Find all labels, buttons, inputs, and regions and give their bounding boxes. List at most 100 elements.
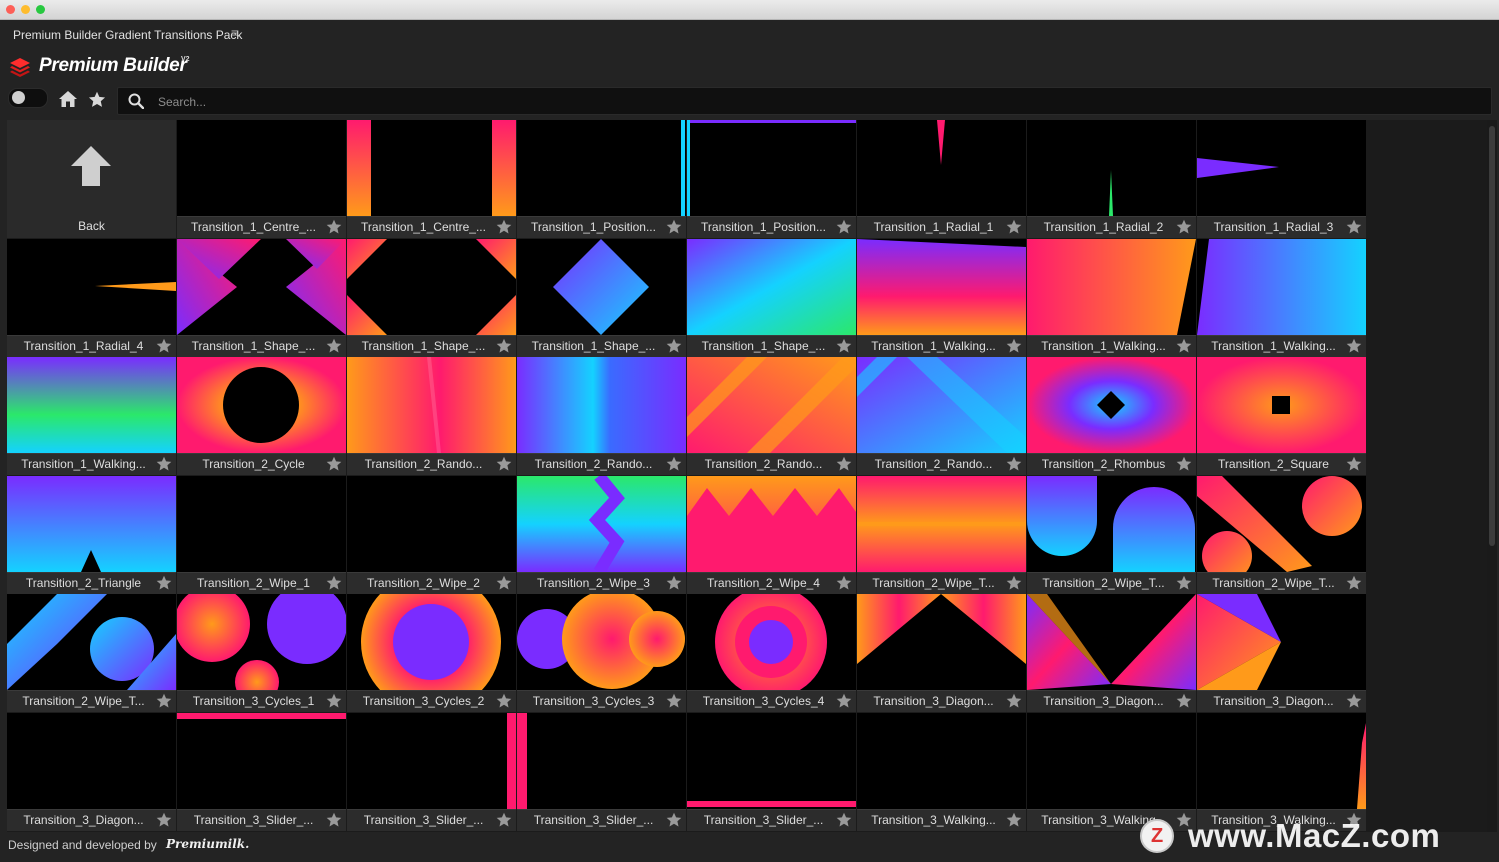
- transition-tile[interactable]: Transition_3_Cycles_4: [687, 594, 856, 712]
- transition-tile[interactable]: Transition_1_Radial_3: [1197, 120, 1366, 238]
- transition-tile[interactable]: Transition_3_Walking...: [1027, 712, 1196, 831]
- favorite-star-icon[interactable]: [1006, 812, 1022, 828]
- transition-tile[interactable]: Transition_1_Centre_...: [347, 120, 516, 238]
- favorite-star-icon[interactable]: [1176, 219, 1192, 235]
- favorite-star-icon[interactable]: [326, 575, 342, 591]
- transition-tile[interactable]: Transition_1_Shape_...: [687, 238, 856, 357]
- favorite-star-icon[interactable]: [156, 575, 172, 591]
- footer-brand[interactable]: Premiumilk.: [166, 837, 249, 851]
- transition-tile[interactable]: Transition_1_Shape_...: [347, 238, 516, 357]
- favorite-star-icon[interactable]: [156, 812, 172, 828]
- favorite-star-icon[interactable]: [836, 575, 852, 591]
- transition-tile[interactable]: Transition_3_Slider_...: [347, 712, 516, 831]
- favorite-star-icon[interactable]: [156, 338, 172, 354]
- favorite-star-icon[interactable]: [836, 812, 852, 828]
- favorite-star-icon[interactable]: [666, 219, 682, 235]
- transition-tile[interactable]: Transition_1_Shape_...: [177, 238, 346, 357]
- favorite-star-icon[interactable]: [1346, 693, 1362, 709]
- favorite-star-icon[interactable]: [496, 575, 512, 591]
- favorite-star-icon[interactable]: [326, 456, 342, 472]
- transition-tile[interactable]: Transition_2_Wipe_T...: [1197, 475, 1366, 594]
- favorite-star-icon[interactable]: [1006, 219, 1022, 235]
- transition-tile[interactable]: Transition_1_Walking...: [7, 357, 176, 475]
- favorite-star-icon[interactable]: [666, 575, 682, 591]
- transition-tile[interactable]: Transition_2_Square: [1197, 357, 1366, 475]
- favorite-star-icon[interactable]: [1176, 456, 1192, 472]
- transition-tile[interactable]: Transition_3_Walking...: [1197, 712, 1366, 831]
- transition-tile[interactable]: Transition_3_Slider_...: [687, 712, 856, 831]
- transition-tile[interactable]: Transition_3_Cycles_3: [517, 594, 686, 712]
- transition-tile[interactable]: Transition_1_Walking...: [857, 238, 1026, 357]
- transition-tile[interactable]: Transition_3_Cycles_2: [347, 594, 516, 712]
- favorites-star-icon[interactable]: [88, 91, 106, 108]
- favorite-star-icon[interactable]: [496, 456, 512, 472]
- favorite-star-icon[interactable]: [836, 693, 852, 709]
- transition-tile[interactable]: Transition_1_Centre_...: [177, 120, 346, 238]
- transition-tile[interactable]: Transition_2_Wipe_2: [347, 475, 516, 594]
- favorite-star-icon[interactable]: [1346, 456, 1362, 472]
- transition-tile[interactable]: Transition_1_Radial_2: [1027, 120, 1196, 238]
- transition-tile[interactable]: Transition_1_Walking...: [1027, 238, 1196, 357]
- favorite-star-icon[interactable]: [326, 219, 342, 235]
- favorite-star-icon[interactable]: [326, 693, 342, 709]
- transition-tile[interactable]: Transition_3_Slider_...: [177, 712, 346, 831]
- favorite-star-icon[interactable]: [1346, 575, 1362, 591]
- favorite-star-icon[interactable]: [836, 219, 852, 235]
- transition-tile[interactable]: Transition_3_Diagon...: [1197, 594, 1366, 712]
- favorite-star-icon[interactable]: [1006, 693, 1022, 709]
- transition-tile[interactable]: Transition_2_Rhombus: [1027, 357, 1196, 475]
- transition-tile[interactable]: Transition_2_Rando...: [857, 357, 1026, 475]
- transition-tile[interactable]: Transition_1_Radial_4: [7, 238, 176, 357]
- transition-tile[interactable]: Transition_3_Slider_...: [517, 712, 686, 831]
- mode-toggle[interactable]: [8, 88, 48, 108]
- transition-tile[interactable]: Transition_3_Diagon...: [857, 594, 1026, 712]
- favorite-star-icon[interactable]: [156, 456, 172, 472]
- transition-tile[interactable]: Transition_3_Walking...: [857, 712, 1026, 831]
- favorite-star-icon[interactable]: [496, 812, 512, 828]
- transition-tile[interactable]: Transition_2_Cycle: [177, 357, 346, 475]
- transition-tile[interactable]: Transition_2_Wipe_3: [517, 475, 686, 594]
- transition-tile[interactable]: Transition_3_Diagon...: [1027, 594, 1196, 712]
- favorite-star-icon[interactable]: [1176, 575, 1192, 591]
- transition-tile[interactable]: Transition_1_Position...: [687, 120, 856, 238]
- favorite-star-icon[interactable]: [496, 338, 512, 354]
- transition-tile[interactable]: Transition_2_Wipe_T...: [1027, 475, 1196, 594]
- favorite-star-icon[interactable]: [1346, 219, 1362, 235]
- transition-tile[interactable]: Transition_1_Walking...: [1197, 238, 1366, 357]
- back-tile[interactable]: Back: [7, 120, 176, 238]
- favorite-star-icon[interactable]: [1006, 456, 1022, 472]
- favorite-star-icon[interactable]: [666, 693, 682, 709]
- transition-tile[interactable]: Transition_1_Radial_1: [857, 120, 1026, 238]
- favorite-star-icon[interactable]: [496, 693, 512, 709]
- favorite-star-icon[interactable]: [1176, 693, 1192, 709]
- transition-tile[interactable]: Transition_3_Cycles_1: [177, 594, 346, 712]
- transition-tile[interactable]: Transition_2_Rando...: [347, 357, 516, 475]
- favorite-star-icon[interactable]: [836, 456, 852, 472]
- transition-tile[interactable]: Transition_2_Wipe_1: [177, 475, 346, 594]
- transition-tile[interactable]: Transition_2_Wipe_T...: [857, 475, 1026, 594]
- favorite-star-icon[interactable]: [496, 219, 512, 235]
- favorite-star-icon[interactable]: [1006, 575, 1022, 591]
- grid-scrollbar[interactable]: [1487, 120, 1497, 832]
- zoom-window-button[interactable]: [36, 5, 45, 14]
- favorite-star-icon[interactable]: [326, 338, 342, 354]
- favorite-star-icon[interactable]: [1006, 338, 1022, 354]
- favorite-star-icon[interactable]: [666, 456, 682, 472]
- favorite-star-icon[interactable]: [326, 812, 342, 828]
- favorite-star-icon[interactable]: [1346, 338, 1362, 354]
- favorite-star-icon[interactable]: [666, 812, 682, 828]
- favorite-star-icon[interactable]: [666, 338, 682, 354]
- home-icon[interactable]: [58, 90, 78, 108]
- transition-tile[interactable]: Transition_2_Wipe_4: [687, 475, 856, 594]
- transition-tile[interactable]: Transition_1_Shape_...: [517, 238, 686, 357]
- favorite-star-icon[interactable]: [836, 338, 852, 354]
- transition-tile[interactable]: Transition_2_Rando...: [687, 357, 856, 475]
- search-input[interactable]: [156, 92, 1480, 112]
- transition-tile[interactable]: Transition_2_Triangle: [7, 475, 176, 594]
- close-window-button[interactable]: [6, 5, 15, 14]
- transition-tile[interactable]: Transition_3_Diagon...: [7, 712, 176, 831]
- favorite-star-icon[interactable]: [1176, 338, 1192, 354]
- minimize-window-button[interactable]: [21, 5, 30, 14]
- transition-tile[interactable]: Transition_2_Wipe_T...: [7, 594, 176, 712]
- transition-tile[interactable]: Transition_2_Rando...: [517, 357, 686, 475]
